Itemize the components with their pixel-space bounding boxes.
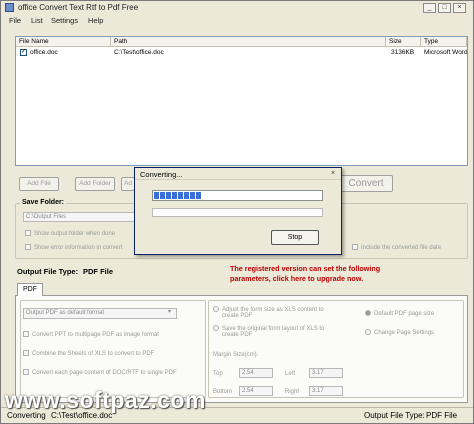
convert-button[interactable]: Convert [339,175,393,192]
progress-segment [178,192,183,199]
menu-bar: File List Settings Help [1,15,473,26]
include-date-checkbox[interactable] [352,244,358,250]
save-layout-label-2: create PDF [222,332,253,338]
maximize-button[interactable]: □ [438,3,451,13]
conversion-progress-bar [152,190,323,201]
chevron-down-icon[interactable]: ▾ [168,308,171,315]
save-layout-radio[interactable] [213,325,219,331]
stop-button[interactable]: Stop [271,230,319,245]
upgrade-notice-line1[interactable]: The registered version can set the follo… [230,264,380,273]
margin-top-label: Top [213,371,223,377]
adjust-form-option[interactable]: Adjust the form size as XLS content to [213,306,324,313]
each-page-option[interactable]: Convert each page content of DOC/RTF to … [23,369,177,376]
default-size-option[interactable]: Default PDF page size [365,310,434,317]
menu-list[interactable]: List [31,16,43,25]
show-error-label: Show error information in convert [34,245,123,251]
row-size: 3136KB [391,49,415,56]
watermark: www.softpaz.com [5,387,206,413]
minimize-button[interactable]: _ [423,3,436,13]
column-type[interactable]: Type [421,37,467,47]
status-output-label: Output File Type: [364,411,425,420]
progress-segment [196,192,201,199]
converting-dialog: Converting... × Stop [134,167,342,255]
show-error-option[interactable]: Show error information in convert [25,244,122,251]
adjust-form-label-2: create PDF [222,313,253,319]
app-window: office Convert Text Rtf to Pdf Free _ □ … [0,0,474,424]
add-partial-button[interactable]: Ad [121,177,135,191]
tab-pdf[interactable]: PDF [17,283,43,296]
include-date-label: Include the converted file date [361,245,442,251]
margin-right-input[interactable]: 3.17 [309,386,343,396]
column-size[interactable]: Size [386,37,421,47]
progress-segment [172,192,177,199]
row-checkbox[interactable]: ✓ [20,49,27,56]
progress-segment [190,192,195,199]
dialog-close-icon[interactable]: × [328,169,338,178]
show-error-checkbox[interactable] [25,244,31,250]
change-settings-label: Change Page Settings [374,330,435,336]
row-file-name: office.doc [30,49,58,56]
table-row[interactable]: ✓ office.doc C:\Test\office.doc 3136KB M… [16,48,467,58]
margin-bottom-input[interactable]: 2.54 [239,386,273,396]
output-type-label: Output File Type: [17,267,79,276]
show-output-checkbox[interactable] [25,230,31,236]
menu-help[interactable]: Help [88,16,103,25]
show-output-option[interactable]: Show output folder when done [25,230,115,237]
progress-fill [154,192,321,199]
pdf-format-select[interactable]: Output PDF as default format [23,308,177,319]
ppt-option[interactable]: Convert PPT to multipage PDF as image fo… [23,331,159,338]
menu-settings[interactable]: Settings [51,16,78,25]
margin-right-label: Right [285,389,300,395]
dialog-title-bar: Converting... × [135,168,341,180]
show-output-label: Show output folder when done [34,231,116,237]
add-folder-button[interactable]: Add Folder [75,177,115,191]
margin-left-label: Left [285,371,296,377]
status-output-value: PDF File [426,411,458,420]
column-path[interactable]: Path [111,37,386,47]
default-size-radio[interactable] [365,310,371,316]
progress-segment [154,192,159,199]
margin-bottom-label: Bottom [213,389,233,395]
change-settings-option[interactable]: Change Page Settings [365,329,434,336]
row-type: Microsoft Word [424,49,467,56]
title-bar: office Convert Text Rtf to Pdf Free _ □ … [1,1,473,15]
row-path: C:\Test\office.doc [114,49,164,56]
add-file-button[interactable]: Add File [19,177,59,191]
column-file-name[interactable]: File Name [16,37,111,47]
upgrade-notice-line2[interactable]: parameters, click here to upgrade now. [230,274,363,283]
each-page-label: Convert each page content of DOC/RTF to … [32,370,177,376]
progress-segment [160,192,165,199]
each-page-checkbox[interactable] [23,369,29,375]
ppt-label: Convert PPT to multipage PDF as image fo… [32,332,159,338]
save-layout-option[interactable]: Save the original form layout of XLS to [213,325,324,332]
dialog-title: Converting... [140,170,183,179]
margin-left-input[interactable]: 3.17 [309,368,343,378]
margin-top-input[interactable]: 2.54 [239,368,273,378]
progress-segment [166,192,171,199]
progress-segment [184,192,189,199]
close-button[interactable]: × [453,3,466,13]
file-list[interactable]: File Name Path Size Type ✓ office.doc C:… [15,36,468,166]
xls-combine-checkbox[interactable] [23,350,29,356]
change-settings-radio[interactable] [365,329,371,335]
ppt-checkbox[interactable] [23,331,29,337]
secondary-progress-bar [152,208,323,217]
include-date-option[interactable]: Include the converted file date [352,244,441,251]
margin-size-label: Margin Size(cm): [213,352,259,358]
output-type-value: PDF File [83,267,114,276]
save-folder-title: Save Folder: [20,199,67,206]
app-icon [5,3,14,12]
default-size-label: Default PDF page size [374,311,435,317]
adjust-form-radio[interactable] [213,306,219,312]
save-folder-input[interactable]: C:\Output Files [23,212,135,222]
xls-combine-label: Combine the Sheets of XLS to convert to … [32,351,155,357]
window-title: office Convert Text Rtf to Pdf Free [18,3,139,12]
menu-file[interactable]: File [9,16,21,25]
xls-combine-option[interactable]: Combine the Sheets of XLS to convert to … [23,350,154,357]
